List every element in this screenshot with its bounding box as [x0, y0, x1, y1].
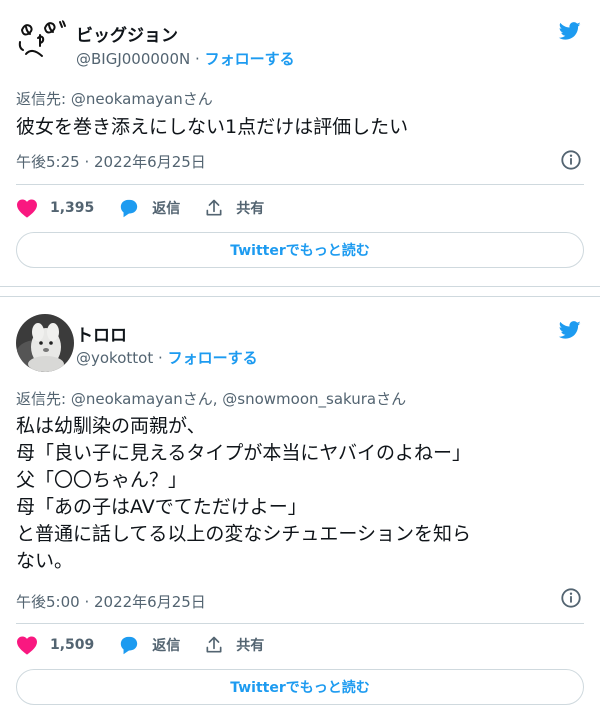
tweet-card: トロロ @yokottot · フォローする 返信先: @neokamayanさ… — [0, 296, 600, 716]
reply-label: 返信 — [152, 201, 181, 217]
share-button[interactable]: 共有 — [204, 635, 264, 655]
separator: · — [158, 349, 163, 367]
like-button[interactable]: 1,509 — [16, 635, 94, 655]
reply-label: 返信 — [152, 638, 181, 654]
read-more-button[interactable]: Twitterでもっと読む — [16, 669, 584, 705]
author-handle[interactable]: @BIGJ000000N — [76, 50, 190, 68]
tweet-text-line: 彼女を巻き添えにしない1点だけは評価したい — [16, 116, 409, 138]
read-more-button[interactable]: Twitterでもっと読む — [16, 232, 584, 268]
tweet-text-line: 父「〇〇ちゃん？」 — [16, 469, 188, 491]
timestamp[interactable]: 午後5:25 · 2022年6月25日 — [16, 151, 206, 172]
reply-bubble-icon — [121, 199, 138, 218]
tweet-text-line: ない。 — [16, 550, 74, 572]
author-handle[interactable]: @yokottot — [76, 349, 153, 367]
separator: · — [195, 50, 200, 68]
action-bar: 1,395 返信 共有 — [16, 194, 288, 222]
twitter-bird-icon[interactable] — [557, 319, 583, 341]
divider — [16, 623, 584, 624]
reply-to: 返信先: @neokamayanさん — [16, 88, 213, 109]
reply-to-handles[interactable]: @neokamayanさん — [71, 90, 213, 108]
share-label: 共有 — [236, 201, 265, 217]
avatar[interactable] — [16, 314, 74, 372]
heart-icon — [17, 636, 37, 655]
reply-to-prefix: 返信先: — [16, 390, 71, 408]
heart-icon — [17, 199, 37, 218]
tweet-text-line: 私は幼馴染の両親が、 — [16, 415, 206, 437]
tweet-text-line: 母「あの子はAVでてただけよー」 — [16, 496, 307, 518]
tweet-text: 私は幼馴染の両親が、 母「良い子に見えるタイプが本当にヤバイのよねー」 父「〇〇… — [16, 413, 586, 575]
like-count: 1,395 — [50, 200, 95, 216]
timestamp[interactable]: 午後5:00 · 2022年6月25日 — [16, 591, 206, 612]
author-handle-line: @BIGJ000000N · フォローする — [76, 48, 295, 69]
reply-to-prefix: 返信先: — [16, 90, 71, 108]
share-icon — [206, 636, 222, 653]
author-handle-line: @yokottot · フォローする — [76, 347, 258, 368]
reply-button[interactable]: 返信 — [118, 198, 180, 218]
reply-to-handles[interactable]: @neokamayanさん, @snowmoon_sakuraさん — [71, 390, 406, 408]
follow-button[interactable]: フォローする — [168, 349, 258, 367]
reply-button[interactable]: 返信 — [118, 635, 180, 655]
avatar[interactable] — [16, 14, 74, 72]
share-button[interactable]: 共有 — [204, 198, 264, 218]
tweet-card: ビッグジョン @BIGJ000000N · フォローする 返信先: @neoka… — [0, 0, 600, 287]
share-icon — [206, 199, 222, 216]
share-label: 共有 — [236, 638, 265, 654]
tweet-text-line: 母「良い子に見えるタイプが本当にヤバイのよねー」 — [16, 442, 472, 464]
tweet-text-line: と普通に話してる以上の変なシチュエーションを知ら — [16, 523, 472, 545]
follow-button[interactable]: フォローする — [205, 50, 295, 68]
info-icon[interactable] — [560, 149, 582, 171]
author-name[interactable]: トロロ — [76, 321, 127, 346]
info-icon[interactable] — [560, 587, 582, 609]
tweet-text: 彼女を巻き添えにしない1点だけは評価したい — [16, 114, 586, 141]
divider — [16, 184, 584, 185]
like-button[interactable]: 1,395 — [16, 198, 94, 218]
author-name[interactable]: ビッグジョン — [76, 21, 178, 46]
twitter-bird-icon[interactable] — [557, 20, 583, 42]
like-count: 1,509 — [50, 637, 95, 653]
reply-to: 返信先: @neokamayanさん, @snowmoon_sakuraさん — [16, 388, 406, 409]
action-bar: 1,509 返信 共有 — [16, 631, 288, 659]
reply-bubble-icon — [121, 636, 138, 655]
